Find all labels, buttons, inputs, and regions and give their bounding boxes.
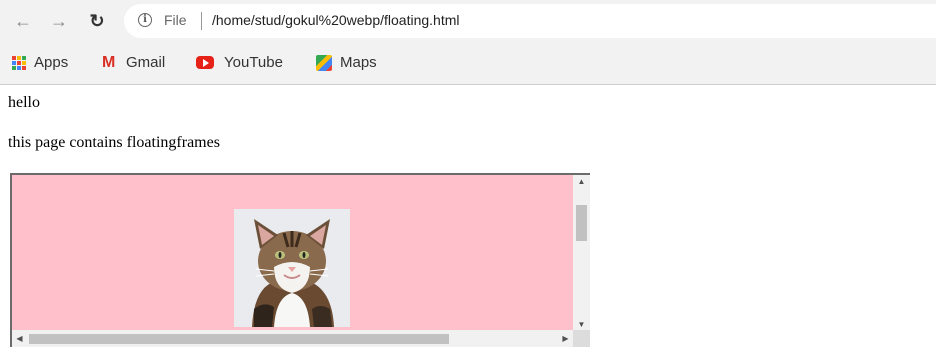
url-scheme-label: File (164, 12, 187, 28)
bookmark-label: YouTube (224, 54, 283, 71)
youtube-icon (196, 56, 214, 69)
reload-icon[interactable]: ↻ (86, 10, 108, 32)
cat-illustration (234, 209, 350, 327)
vertical-scrollbar[interactable]: ▲ ▼ (573, 175, 590, 332)
arrow-left-icon[interactable]: ← (12, 10, 34, 32)
url-text[interactable]: /home/stud/gokul%20webp/floating.html (212, 12, 459, 28)
description-text: this page contains floatingframes (8, 134, 220, 151)
floating-frame[interactable]: ▲ ▼ ◀ ▶ (10, 173, 590, 347)
apps-grid-icon (12, 56, 26, 70)
arrow-right-icon[interactable]: → (48, 10, 70, 32)
horizontal-scroll-thumb[interactable] (29, 334, 449, 344)
gmail-icon: M (102, 54, 116, 71)
address-bar[interactable]: i File /home/stud/gokul%20webp/floating.… (124, 4, 936, 38)
url-separator (201, 12, 202, 30)
scroll-right-icon[interactable]: ▶ (558, 330, 573, 347)
scrollbar-corner (573, 330, 590, 347)
bookmark-label: Gmail (126, 54, 166, 71)
browser-toolbar: ← → ↻ i File /home/stud/gokul%20webp/flo… (0, 0, 936, 42)
cat-image (234, 209, 350, 327)
scroll-up-icon[interactable]: ▲ (573, 175, 590, 189)
page-content: hello this page contains floatingframes (0, 85, 936, 347)
scroll-left-icon[interactable]: ◀ (12, 330, 27, 347)
bookmark-label: Maps (340, 54, 377, 71)
horizontal-scrollbar[interactable]: ◀ ▶ (12, 330, 573, 347)
bookmarks-bar: Apps M Gmail YouTube Maps (0, 42, 936, 85)
bookmark-label: Apps (34, 54, 69, 71)
vertical-scroll-thumb[interactable] (576, 205, 587, 241)
info-icon[interactable]: i (138, 13, 152, 27)
maps-icon (316, 55, 332, 71)
hello-text: hello (8, 94, 40, 111)
